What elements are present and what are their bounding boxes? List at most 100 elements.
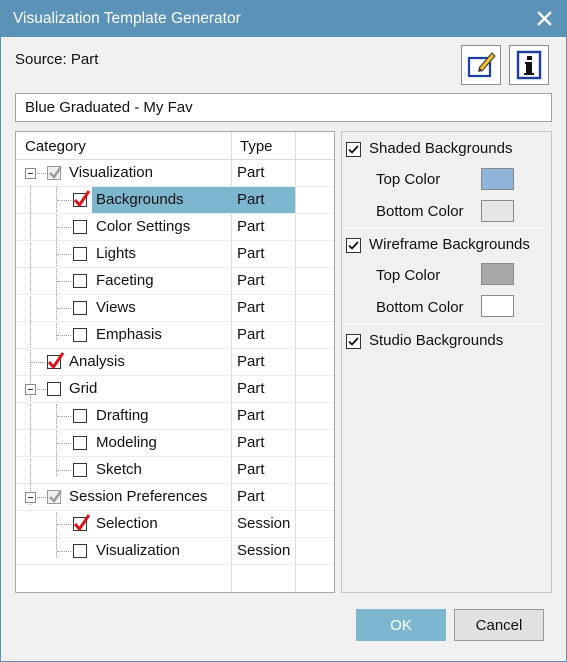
emphasis-checkbox[interactable]	[73, 328, 87, 342]
tree-connector	[37, 173, 46, 174]
views-checkbox[interactable]	[73, 301, 87, 315]
selection-checkbox[interactable]	[73, 514, 91, 532]
shaded-backgrounds-checkbox[interactable]	[346, 142, 361, 157]
analysis-checkbox[interactable]	[47, 352, 65, 370]
tree-row-session-preferences[interactable]: Session Preferences Part	[16, 484, 334, 511]
shaded-backgrounds-option[interactable]: Shaded Backgrounds	[344, 139, 549, 161]
template-name-input[interactable]	[15, 93, 552, 122]
tree-row-grid[interactable]: Grid Part	[16, 376, 334, 403]
tree-row-label: Sketch	[96, 461, 142, 478]
tree-row-label: Color Settings	[96, 218, 191, 235]
lights-checkbox[interactable]	[73, 247, 87, 261]
tree-row-label: Session Preferences	[69, 488, 208, 505]
tree-row-analysis[interactable]: Analysis Part	[16, 349, 334, 376]
tree-row-sketch[interactable]: Sketch Part	[16, 457, 334, 484]
drafting-checkbox[interactable]	[73, 409, 87, 423]
type-column-header[interactable]: Type	[240, 138, 273, 155]
edit-button[interactable]	[461, 45, 501, 85]
tree-row-visualization[interactable]: Visualization Part	[16, 160, 334, 187]
tree-connector	[57, 200, 71, 201]
collapse-toggle[interactable]	[25, 384, 36, 395]
tree-connector	[57, 254, 71, 255]
tree-row-label: Views	[96, 299, 136, 316]
tree-row-label: Modeling	[96, 434, 157, 451]
wireframe-top-color-label: Top Color	[376, 267, 441, 284]
close-button[interactable]	[524, 1, 564, 35]
tree-row-color-settings[interactable]: Color Settings Part	[16, 214, 334, 241]
visualization-checkbox[interactable]	[47, 166, 62, 180]
wireframe-top-color-swatch[interactable]	[481, 263, 514, 285]
edit-icon	[467, 52, 496, 78]
tree-connector	[57, 308, 71, 309]
check-icon	[73, 514, 91, 532]
wireframe-backgrounds-checkbox[interactable]	[346, 238, 361, 253]
studio-backgrounds-label: Studio Backgrounds	[369, 332, 504, 349]
tree-connector	[57, 281, 71, 282]
wireframe-bottom-color-swatch[interactable]	[481, 295, 514, 317]
tree-row-emphasis[interactable]: Emphasis Part	[16, 322, 334, 349]
grid-checkbox[interactable]	[47, 382, 61, 396]
tree-row-label: Faceting	[96, 272, 154, 289]
visualization-template-generator-dialog: Visualization Template Generator Source:…	[0, 0, 567, 662]
title-bar[interactable]: Visualization Template Generator	[1, 1, 566, 37]
wireframe-backgrounds-option[interactable]: Wireframe Backgrounds	[344, 235, 549, 257]
tree-connector	[57, 416, 71, 417]
tree-row-label: Visualization	[96, 542, 180, 559]
check-icon	[348, 145, 359, 154]
tree-connector	[57, 470, 71, 471]
faceting-checkbox[interactable]	[73, 274, 87, 288]
category-column-header[interactable]: Category	[25, 138, 86, 155]
shaded-backgrounds-label: Shaded Backgrounds	[369, 140, 513, 157]
studio-backgrounds-checkbox[interactable]	[346, 334, 361, 349]
background-options-panel: Shaded Backgrounds Top Color Bottom Colo…	[341, 131, 552, 593]
tree-row-type: Part	[237, 407, 265, 424]
session-visualization-checkbox[interactable]	[73, 544, 87, 558]
ok-button[interactable]: OK	[356, 609, 446, 641]
tree-connector	[37, 389, 46, 390]
tree-row-type: Session	[237, 542, 291, 559]
close-icon	[536, 10, 552, 26]
source-label: Source: Part	[15, 51, 99, 68]
tree-row-type: Part	[237, 326, 265, 343]
tree-row-faceting[interactable]: Faceting Part	[16, 268, 334, 295]
tree-row-session-visualization[interactable]: Visualization Session	[16, 538, 334, 565]
tree-row-label: Backgrounds	[96, 191, 184, 208]
modeling-checkbox[interactable]	[73, 436, 87, 450]
check-icon	[73, 190, 91, 208]
tree-row-type: Part	[237, 245, 265, 262]
tree-header: Category Type	[16, 132, 334, 160]
tree-row-label: Drafting	[96, 407, 149, 424]
shaded-bottom-color-swatch[interactable]	[481, 200, 514, 222]
collapse-toggle[interactable]	[25, 168, 36, 179]
color-settings-checkbox[interactable]	[73, 220, 87, 234]
sketch-checkbox[interactable]	[73, 463, 87, 477]
tree-row-selection[interactable]: Selection Session	[16, 511, 334, 538]
backgrounds-checkbox[interactable]	[73, 190, 91, 208]
cancel-button[interactable]: Cancel	[454, 609, 544, 641]
tree-row-drafting[interactable]: Drafting Part	[16, 403, 334, 430]
tree-connector	[57, 551, 71, 552]
tree-row-views[interactable]: Views Part	[16, 295, 334, 322]
tree-connector	[57, 443, 71, 444]
session-preferences-checkbox[interactable]	[47, 490, 62, 504]
tree-row-type: Part	[237, 164, 265, 181]
check-icon	[49, 166, 62, 179]
tree-connector	[57, 524, 71, 525]
wireframe-bottom-color-label: Bottom Color	[376, 299, 464, 316]
tree-row-type: Part	[237, 218, 265, 235]
tree-row-type: Part	[237, 488, 265, 505]
tree-connector	[37, 497, 46, 498]
shaded-top-color-swatch[interactable]	[481, 168, 514, 190]
studio-backgrounds-option[interactable]: Studio Backgrounds	[344, 331, 549, 353]
tree-row-modeling[interactable]: Modeling Part	[16, 430, 334, 457]
tree-row-type: Part	[237, 380, 265, 397]
info-icon	[516, 50, 542, 80]
tree-row-lights[interactable]: Lights Part	[16, 241, 334, 268]
category-tree[interactable]: Category Type Visualization Part Backgro…	[15, 131, 335, 593]
collapse-toggle[interactable]	[25, 492, 36, 503]
tree-row-backgrounds[interactable]: Backgrounds Part	[16, 187, 334, 214]
info-button[interactable]	[509, 45, 549, 85]
tree-row-label: Visualization	[69, 164, 153, 181]
tree-row-label: Emphasis	[96, 326, 162, 343]
wireframe-backgrounds-label: Wireframe Backgrounds	[369, 236, 530, 253]
